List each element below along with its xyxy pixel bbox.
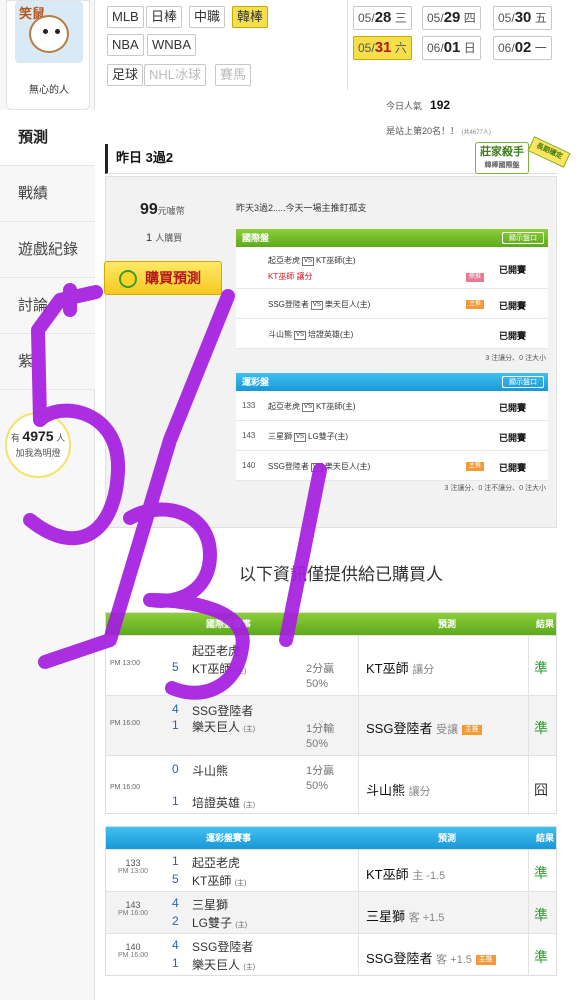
avatar-eye (43, 29, 48, 34)
table-row: 133 PM 13:00 1 起亞老虎 5 KT巫師 (主) KT巫師 主 -1.… (106, 849, 556, 891)
hot-tag: 熱推 (466, 273, 485, 282)
table-row: 140 PM 16:00 4 SSG登陸者 1 樂天巨人 (主) SSG登陸者 客… (106, 933, 556, 975)
date-0601[interactable]: 06/01 日 (422, 36, 481, 60)
league-nhl[interactable]: NHL冰球 (144, 64, 207, 86)
table-row: 143 PM 16:00 4 三星獅 2 LG雙子 (主) 三星獅 客 +1.5 … (106, 891, 556, 933)
avatar-face (29, 15, 69, 53)
sidebar-item-record[interactable]: 戰績 (0, 166, 95, 222)
sidebar-item-predict[interactable]: 預測 (0, 110, 95, 166)
table-row: PM 16:00 0 斗山熊 1 培證英雄 (主) 1分贏 50% 斗山熊 讓分 … (106, 755, 556, 815)
page: 笑鼠 無心的人 預測 戰績 遊戲紀錄 討論 紫 有 4975 人 加我為明燈 M… (0, 0, 587, 1000)
lottery-row: 143 三星獅 VS LG雙子(主) 已開賽 (236, 421, 548, 451)
intl-row: 斗山熊 VS 培證英雄(主) 已開賽 (236, 319, 548, 349)
intl-header: 國際盤 顯示盤口 (236, 229, 548, 247)
lottery-row: 140 SSG登陸者 VS 樂天巨人(主) 主推 已開賽 (236, 451, 548, 481)
league-soccer[interactable]: 足球 (107, 64, 144, 86)
lottery-row: 133 起亞老虎 VS KT巫師(主) 已開賽 (236, 391, 548, 421)
sidebar-item-label: 戰績 (18, 185, 49, 202)
status-badge: 已開賽 (498, 265, 526, 275)
avatar-eye (55, 29, 60, 34)
main-pick-tag: 主推 (466, 300, 485, 309)
league-mlb[interactable]: MLB (107, 6, 144, 28)
buy-prediction-button[interactable]: 購買預測 (104, 261, 222, 295)
buyer-count: 1 人購買 (146, 232, 183, 244)
badge-main: 莊家殺手 韓棒國際盤 (475, 142, 529, 174)
sidebar-item-purple[interactable]: 紫 (0, 334, 95, 390)
main-pick-tag: 主推 (466, 462, 485, 471)
profile-card[interactable]: 笑鼠 無心的人 (6, 0, 90, 110)
result-mark: 準 (534, 660, 548, 676)
date-0531[interactable]: 05/31 六 (353, 36, 412, 60)
sidebar-item-label: 預測 (18, 129, 49, 146)
avatar[interactable]: 笑鼠 (15, 1, 83, 63)
intl-results-header: 國際盤賽事 預測 結果 (106, 613, 556, 635)
badge: 莊家殺手 韓棒國際盤 長期穩定 (475, 136, 571, 178)
main-content: MLB 日棒 中職 韓棒 NBA WNBA 足球 NHL冰球 賽馬 05/28 … (95, 0, 587, 1000)
sidebar-item-label: 紫 (18, 353, 34, 370)
league-wnba[interactable]: WNBA (147, 34, 196, 56)
intl-row: SSG登陸者 VS 樂天巨人(主) 主推 已開賽 (236, 289, 548, 319)
follower-count: 有 4975 人 (10, 428, 66, 444)
status-badge: 已開賽 (498, 331, 526, 341)
lottery-header: 運彩盤 顯示盤口 (236, 373, 548, 391)
buyers-only-notice: 以下資訊僅提供給已購買人 (239, 565, 443, 584)
league-horse[interactable]: 賽馬 (215, 64, 252, 86)
lottery-results-table: 運彩盤賽事 預測 結果 133 PM 13:00 1 起亞老虎 5 KT巫師 (主… (105, 826, 557, 976)
lottery-results-header: 運彩盤賽事 預測 結果 (106, 827, 556, 849)
result-mark: 準 (534, 907, 548, 923)
rank-text: 是站上第20名！！ (共4677人) (386, 126, 491, 136)
intl-footnote: 3 注讓分、0 注大小 (485, 355, 546, 362)
follow-cta: 加我為明燈 (15, 448, 61, 458)
price: 99元噱幣 (140, 201, 185, 218)
result-mark: 準 (534, 865, 548, 881)
lottery-footnote: 3 注讓分、0 注不讓分、0 注大小 (444, 485, 546, 492)
league-nba[interactable]: NBA (107, 34, 144, 56)
intl-row: 起亞老虎 VS KT巫師(主) KT巫師 讓分 熱推 已開賽 (236, 247, 548, 289)
intl-results-table: 國際盤賽事 預測 結果 PM 13:00 起亞老虎 5 KT巫師 (主) 2分贏… (105, 612, 557, 815)
user-name: 無心的人 (29, 85, 69, 96)
badge-ribbon: 長期穩定 (527, 136, 571, 168)
sidebar-item-game-log[interactable]: 遊戲紀錄 (0, 222, 95, 278)
sidebar-item-label: 討論 (18, 297, 49, 314)
table-row: PM 13:00 起亞老虎 5 KT巫師 (主) 2分贏 50% KT巫師 讓分 … (106, 635, 556, 695)
league-npb[interactable]: 日棒 (146, 6, 183, 28)
follow-button[interactable]: 有 4975 人 加我為明燈 (5, 412, 71, 478)
prediction-panel: 99元噱幣 1 人購買 購買預測 昨天3過2.....今天一場主推釘孤支 國際盤… (104, 176, 557, 528)
result-mark: 準 (534, 949, 548, 965)
sidebar: 笑鼠 無心的人 預測 戰績 遊戲紀錄 討論 紫 有 4975 人 加我為明燈 (0, 0, 95, 1000)
status-badge: 已開賽 (498, 433, 526, 443)
result-mark: 準 (534, 720, 548, 736)
league-kbo[interactable]: 韓棒 (232, 6, 269, 28)
result-mark: 囧 (534, 782, 548, 798)
date-0528[interactable]: 05/28 三 (353, 6, 412, 30)
date-0602[interactable]: 06/02 一 (493, 36, 552, 60)
sidebar-item-label: 遊戲紀錄 (18, 241, 79, 258)
prediction-summary: 昨天3過2.....今天一場主推釘孤支 (236, 203, 367, 213)
status-badge: 已開賽 (498, 463, 526, 473)
status-badge: 已開賽 (498, 403, 526, 413)
status-badge: 已開賽 (498, 301, 526, 311)
popularity: 今日人氣 192 (386, 98, 451, 112)
coin-icon (119, 270, 137, 288)
divider (347, 0, 348, 90)
table-row: PM 16:00 4 SSG登陸者 1 樂天巨人 (主) 1分輸 50% SSG登… (106, 695, 556, 755)
league-cpbl[interactable]: 中職 (189, 6, 226, 28)
date-0530[interactable]: 05/30 五 (493, 6, 552, 30)
date-0529[interactable]: 05/29 四 (422, 6, 481, 30)
sidebar-item-discussion[interactable]: 討論 (0, 278, 95, 334)
show-odds-button[interactable]: 顯示盤口 (502, 232, 544, 244)
show-odds-button[interactable]: 顯示盤口 (502, 376, 544, 388)
